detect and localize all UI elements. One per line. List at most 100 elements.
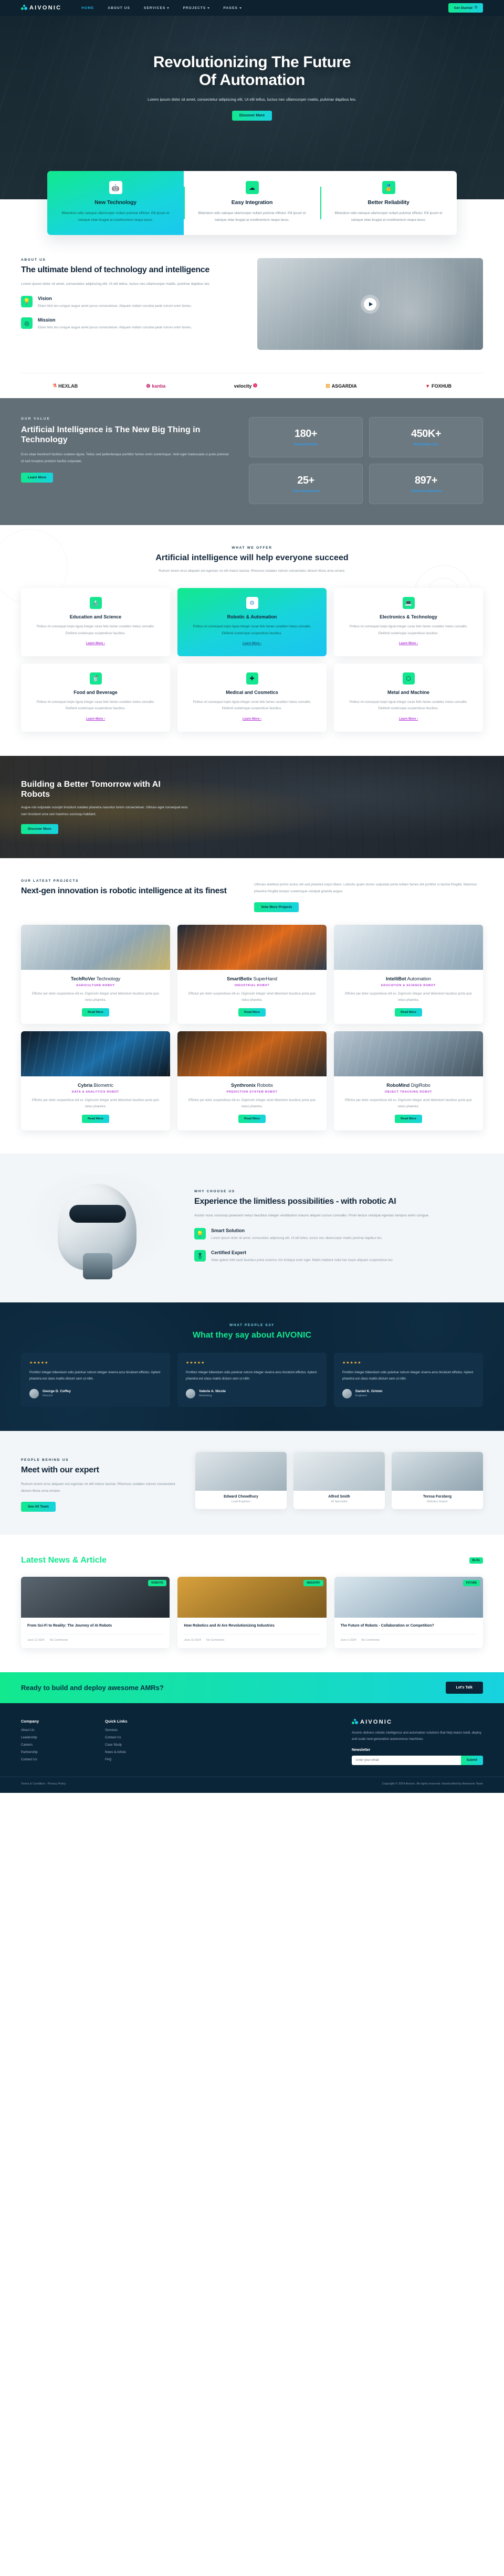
project-suffix: SuperHand — [253, 976, 278, 981]
project-card-synthronix[interactable]: Synthronix Robotix PREDICTION SYSTEM ROB… — [177, 1031, 327, 1130]
footer-link[interactable]: About Us — [21, 1728, 84, 1732]
team-member-card[interactable]: Teresa Forsberg Robotics Expert — [392, 1451, 483, 1509]
service-cards: 🔬 Education and Science Finibus mi conse… — [21, 588, 483, 732]
service-learn-more-link[interactable]: Learn More › — [243, 642, 261, 645]
project-image — [334, 1031, 483, 1076]
footer-link[interactable]: Partnership — [21, 1750, 84, 1754]
project-read-more-button[interactable]: Read More — [82, 1008, 109, 1017]
footer-link[interactable]: Leadership — [21, 1736, 84, 1739]
about-item-text: Etiam felis leo congue augue amet purus … — [38, 326, 192, 330]
service-card-food-and-beverage[interactable]: 🥤 Food and Beverage Finibus mi consequat… — [21, 663, 170, 732]
project-cards: TechRoVer Technology AGRICULTURE ROBOT E… — [21, 924, 483, 1130]
device-chip-icon: 💻 — [402, 597, 415, 610]
project-read-more-button[interactable]: Read More — [82, 1114, 109, 1123]
robot-visor-shape — [69, 1204, 126, 1223]
project-card-techrover[interactable]: TechRoVer Technology AGRICULTURE ROBOT E… — [21, 924, 170, 1024]
service-text: Finibus mi consequat turpis ligula integ… — [36, 700, 155, 711]
news-section: Latest News & Article BLOG ROBOTIC From … — [0, 1535, 504, 1672]
footer-column-company: Company About Us Leadership Careers Part… — [21, 1719, 84, 1766]
see-all-team-button[interactable]: See All Team — [21, 1502, 56, 1512]
site-logo[interactable]: AIVONIC — [21, 5, 61, 11]
service-card-robotic-and-automation[interactable]: ⚙ Robotic & Automation Finibus mi conseq… — [177, 588, 327, 656]
why-choose-item-certified-expert: 🎖 Certified Expert Vitae aptent nibh tac… — [194, 1250, 483, 1264]
service-learn-more-link[interactable]: Learn More › — [243, 718, 261, 721]
feature-card-new-technology[interactable]: 🤖 New Technology Bibendum odio natoque u… — [47, 171, 184, 236]
play-icon[interactable] — [364, 297, 376, 311]
nav-item-projects[interactable]: PROJECTS — [183, 6, 210, 10]
service-card-education-and-science[interactable]: 🔬 Education and Science Finibus mi conse… — [21, 588, 170, 656]
news-comments: No Comments — [49, 1638, 68, 1642]
newsletter-submit-button[interactable]: Submit — [460, 1756, 483, 1766]
nav-item-home[interactable]: HOME — [81, 6, 94, 10]
team-member-card[interactable]: Edward Chowdhury Lead Engineer — [195, 1451, 287, 1509]
service-learn-more-link[interactable]: Learn More › — [86, 718, 105, 721]
testimonial-author: George D. Coffey — [43, 1389, 71, 1394]
footer-link[interactable]: FAQ — [105, 1758, 168, 1761]
service-learn-more-link[interactable]: Learn More › — [399, 718, 418, 721]
service-card-electronics-and-technology[interactable]: 💻 Electronics & Technology Finibus mi co… — [334, 588, 483, 656]
footer-logo[interactable]: AIVONIC — [352, 1718, 463, 1725]
cta-banner-button[interactable]: Discover More — [21, 824, 58, 835]
site-footer: Company About Us Leadership Careers Part… — [0, 1703, 504, 1793]
about-video-thumbnail[interactable] — [257, 258, 483, 350]
feature-title: Easy Integration — [231, 199, 273, 206]
certificate-icon: 🎖 — [194, 1250, 206, 1262]
service-text: Finibus mi consequat turpis ligula integ… — [36, 625, 155, 635]
footer-link[interactable]: Case Study — [105, 1743, 168, 1747]
rating-stars-icon: ★★★★★ — [186, 1361, 205, 1365]
service-card-medical-and-cosmetics[interactable]: ✚ Medical and Cosmetics Finibus mi conse… — [177, 663, 327, 732]
news-card[interactable]: INDUSTRY How Robotics and AI Are Revolut… — [177, 1577, 327, 1648]
footer-link[interactable]: Services — [105, 1728, 168, 1732]
nav-item-about-us[interactable]: ABOUT US — [108, 6, 130, 10]
lets-talk-button[interactable]: Let's Talk — [445, 1681, 483, 1694]
feature-card-better-reliability[interactable]: 🏅 Better Reliability Bibendum odio natoq… — [320, 171, 457, 235]
nav-item-pages[interactable]: PAGES — [223, 6, 242, 10]
terms-link[interactable]: Terms & Condition — [21, 1782, 45, 1786]
project-card-cybria[interactable]: Cybria Biometric DATA & ANALYTICS ROBOT … — [21, 1031, 170, 1130]
project-tag: INDUSTRIAL ROBOT — [234, 984, 270, 987]
footer-link[interactable]: News & Article — [105, 1750, 168, 1754]
project-card-robomind[interactable]: RoboMind DigiRobo OBJECT TRACKING ROBOT … — [334, 1031, 483, 1130]
feature-card-easy-integration[interactable]: ☁ Easy Integration Bibendum odio natoque… — [184, 171, 320, 235]
service-card-metal-and-machine[interactable]: ⬡ Metal and Machine Finibus mi consequat… — [334, 663, 483, 732]
project-read-more-button[interactable]: Read More — [395, 1114, 422, 1123]
news-card[interactable]: FUTURE The Future of Robots - Collaborat… — [334, 1577, 483, 1648]
stats-learn-more-button[interactable]: Learn More — [21, 472, 54, 483]
footer-link[interactable]: Contact Us — [21, 1758, 84, 1761]
robot-head-icon: 🤖 — [109, 181, 122, 194]
project-image — [21, 1031, 170, 1076]
project-brand: SmartBotix — [226, 976, 252, 981]
project-card-smartbotix[interactable]: SmartBotix SuperHand INDUSTRIAL ROBOT Ef… — [177, 924, 327, 1024]
project-brand: Synthronix — [230, 1082, 256, 1088]
news-card[interactable]: ROBOTIC From Sci-Fi to Reality: The Jour… — [21, 1577, 170, 1648]
footer-link[interactable]: Contact Us — [105, 1736, 168, 1739]
project-read-more-button[interactable]: Read More — [238, 1008, 266, 1017]
testimonial-role: Marketing — [199, 1394, 212, 1398]
privacy-link[interactable]: Privacy Policy — [48, 1782, 66, 1786]
robot-neck-shape — [83, 1253, 112, 1279]
nav-label: SERVICES — [143, 6, 166, 10]
project-title: TechRoVer Technology — [28, 976, 163, 981]
hero-discover-more-button[interactable]: Discover More — [232, 111, 272, 121]
project-read-more-button[interactable]: Read More — [395, 1008, 422, 1017]
team-member-card[interactable]: Alfred Smith AI Specialist — [293, 1451, 385, 1509]
project-read-more-button[interactable]: Read More — [238, 1114, 266, 1123]
get-started-button[interactable]: Get Started ⏻ — [448, 3, 483, 13]
view-more-projects-button[interactable]: Veiw More Projects — [254, 902, 299, 912]
bars-icon: ▥ — [326, 383, 330, 389]
project-text: Efficitur per dolor suspendisse elit ex.… — [32, 992, 159, 1002]
newsletter-email-input[interactable] — [352, 1756, 461, 1766]
why-choose-eyebrow: WHY CHOOSE US — [194, 1190, 235, 1194]
nav-item-services[interactable]: SERVICES — [144, 6, 170, 10]
team-member-role: Robotics Expert — [427, 1500, 448, 1503]
project-suffix: Automation — [407, 976, 432, 981]
project-card-intellibot[interactable]: IntelliBot Automation EDUCATION & SCIENC… — [334, 924, 483, 1024]
service-learn-more-link[interactable]: Learn More › — [86, 642, 105, 645]
why-choose-title: Experience the limitless possibilities -… — [194, 1197, 396, 1206]
service-learn-more-link[interactable]: Learn More › — [399, 642, 418, 645]
power-icon: ⏻ — [474, 6, 477, 9]
team-member-cards: Edward Chowdhury Lead Engineer Alfred Sm… — [195, 1451, 483, 1509]
footer-link[interactable]: Careers — [21, 1743, 84, 1747]
footer-cta-section: Ready to build and deploy awesome AMRs? … — [0, 1672, 504, 1703]
hero-title: Revolutionizing The Future Of Automation — [153, 54, 351, 89]
